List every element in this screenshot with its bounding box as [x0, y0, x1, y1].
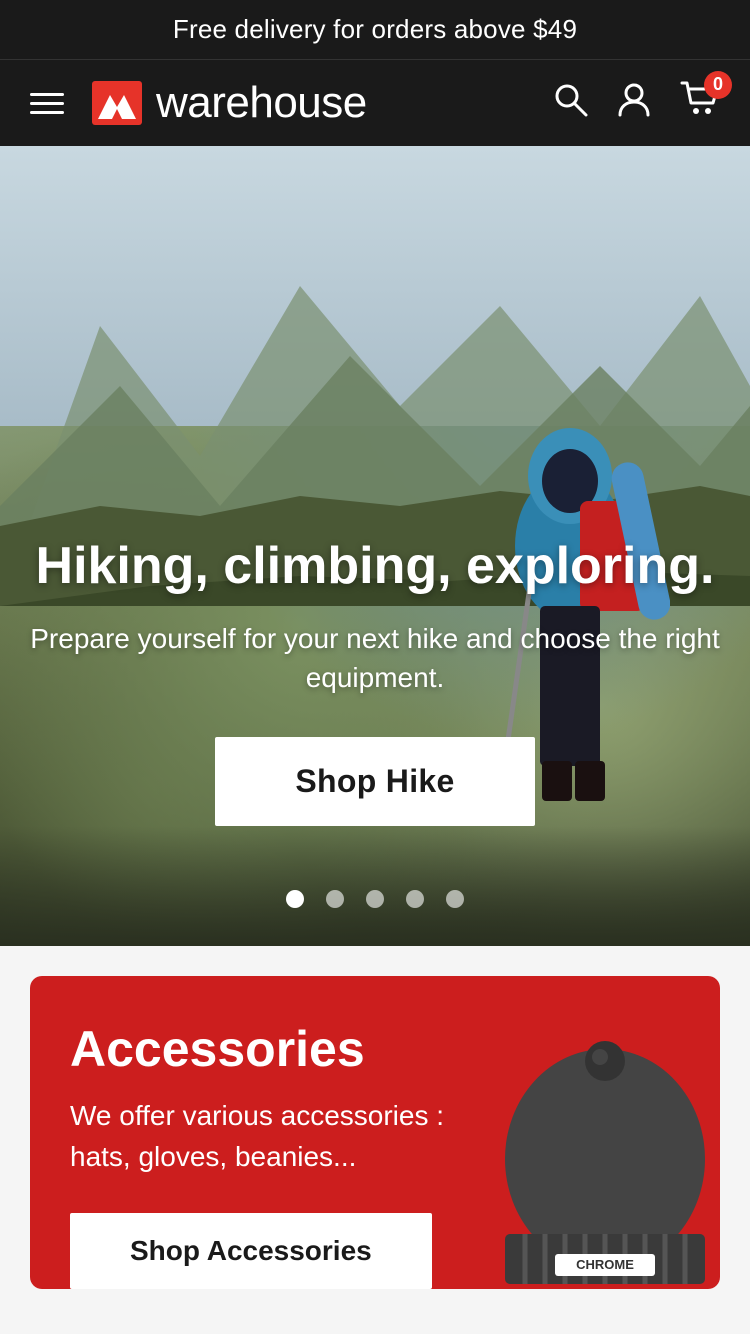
menu-button[interactable] — [30, 93, 64, 114]
carousel-dot-2[interactable] — [326, 890, 344, 908]
account-button[interactable] — [616, 81, 652, 126]
hero-content: Hiking, climbing, exploring. Prepare you… — [0, 537, 750, 826]
hero-subtitle: Prepare yourself for your next hike and … — [30, 619, 720, 697]
carousel-dot-5[interactable] — [446, 890, 464, 908]
header: warehouse 0 — [0, 59, 750, 146]
announcement-bar: Free delivery for orders above $49 — [0, 0, 750, 59]
hero-title: Hiking, climbing, exploring. — [30, 537, 720, 597]
hero-section: Hiking, climbing, exploring. Prepare you… — [0, 146, 750, 946]
search-button[interactable] — [552, 81, 588, 126]
accessories-description: We offer various accessories : hats, glo… — [70, 1096, 450, 1177]
logo-text: warehouse — [156, 78, 367, 128]
shop-hike-button[interactable]: Shop Hike — [215, 737, 534, 826]
shop-accessories-button[interactable]: Shop Accessories — [70, 1213, 432, 1289]
carousel-dot-3[interactable] — [366, 890, 384, 908]
beanie-image: CHROME — [490, 1039, 720, 1289]
accessories-section: Accessories We offer various accessories… — [0, 946, 750, 1289]
cart-count: 0 — [704, 71, 732, 99]
carousel-dots — [0, 890, 750, 908]
carousel-dot-4[interactable] — [406, 890, 424, 908]
cart-button[interactable]: 0 — [680, 81, 720, 126]
logo[interactable]: warehouse — [92, 78, 367, 128]
carousel-dot-1[interactable] — [286, 890, 304, 908]
accessories-card: Accessories We offer various accessories… — [30, 976, 720, 1289]
header-right: 0 — [552, 81, 720, 126]
header-left: warehouse — [30, 78, 367, 128]
announcement-text: Free delivery for orders above $49 — [173, 14, 577, 44]
svg-text:CHROME: CHROME — [576, 1257, 634, 1272]
logo-icon — [92, 81, 142, 125]
